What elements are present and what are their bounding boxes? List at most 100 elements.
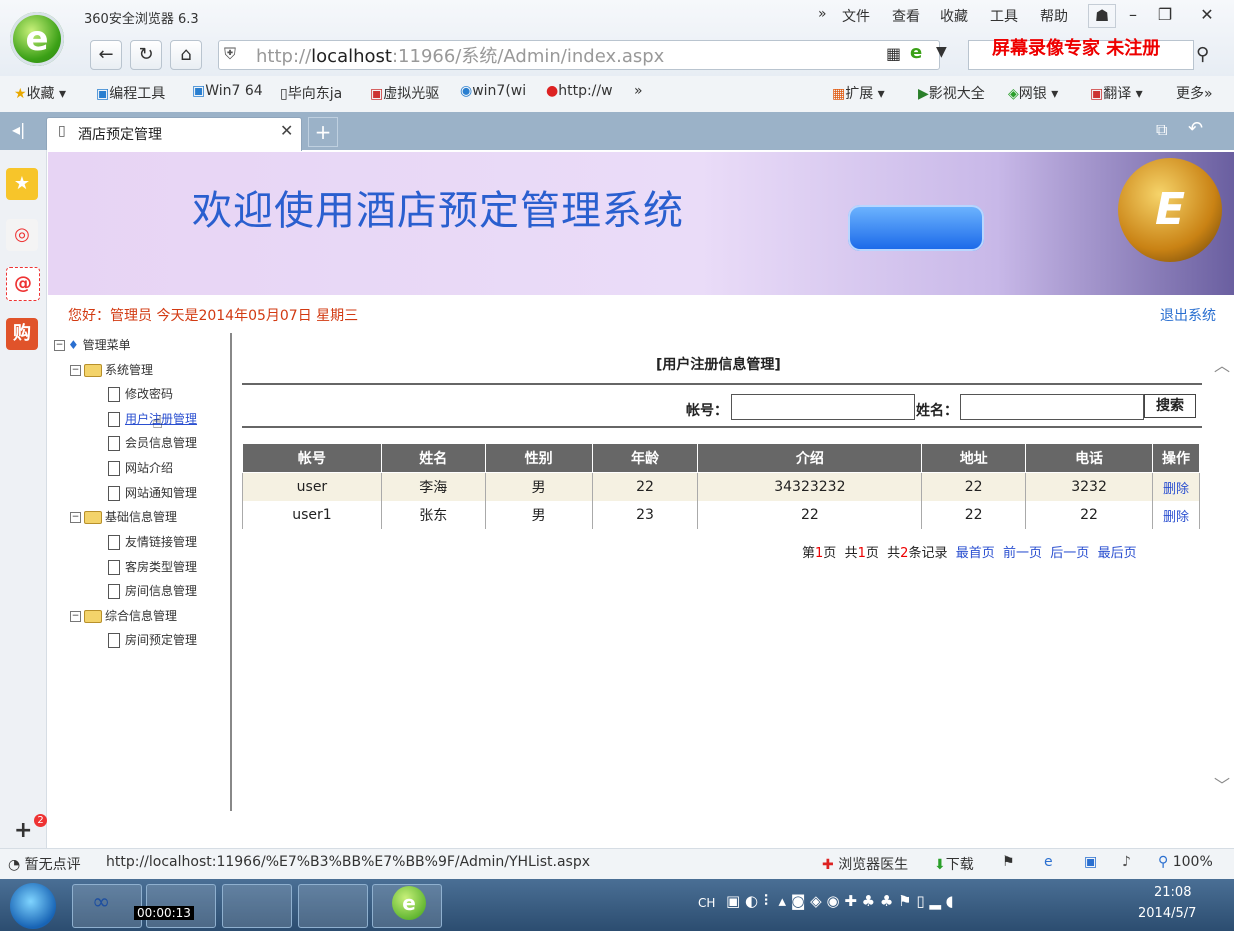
search-icon[interactable]: ⚲ <box>1196 44 1209 65</box>
document-icon <box>108 436 120 451</box>
menu-tools[interactable]: 工具 <box>990 6 1018 26</box>
first-page-link[interactable]: 最首页 <box>956 546 995 561</box>
menu-more[interactable]: » <box>818 6 827 22</box>
restore-tab-icon[interactable]: ⧉ <box>1156 120 1167 140</box>
scroll-down-icon[interactable]: ﹀ <box>1214 772 1230 796</box>
tree-item-room-booking[interactable]: 房间预定管理 <box>108 631 197 648</box>
browser-logo-icon[interactable]: e <box>10 12 64 66</box>
collapse-icon[interactable]: − <box>70 611 81 622</box>
chevron-down-icon[interactable]: ▼ <box>936 44 947 60</box>
qrcode-icon[interactable]: ▦ <box>886 44 901 63</box>
taskbar-app-editor[interactable] <box>222 884 292 928</box>
header-age[interactable]: 年龄 <box>591 443 699 473</box>
header-gender[interactable]: 性别 <box>484 443 593 473</box>
fav-item-win7[interactable]: ▣Win7 64 <box>192 83 263 99</box>
back-button[interactable]: ← <box>90 40 122 70</box>
input-language[interactable]: CH <box>698 896 715 910</box>
scroll-up-icon[interactable]: ︿ <box>1214 352 1230 376</box>
volume-icon[interactable]: ♪ <box>1122 854 1131 870</box>
restore-button[interactable]: ❐ <box>1152 4 1178 26</box>
taskbar-app-notepad[interactable] <box>298 884 368 928</box>
collapse-icon[interactable]: − <box>70 512 81 523</box>
ie-mode-icon[interactable]: e <box>910 42 922 63</box>
tree-item-site-intro[interactable]: 网站介绍 <box>108 459 173 476</box>
tree-group-system[interactable]: − 系统管理 <box>70 361 153 378</box>
address-text[interactable]: http://localhost:11966/系统/Admin/index.as… <box>256 42 664 68</box>
recording-timer: 00:00:13 <box>134 906 194 920</box>
header-name[interactable]: 姓名 <box>380 443 486 473</box>
shopping-icon[interactable]: 购 <box>6 318 38 350</box>
tree-item-site-notice[interactable]: 网站通知管理 <box>108 484 197 501</box>
bank-menu[interactable]: ◈网银 ▾ <box>1008 83 1058 103</box>
tree-group-basic[interactable]: − 基础信息管理 <box>70 508 177 525</box>
tree-item-friend-links[interactable]: 友情链接管理 <box>108 533 197 550</box>
more-menu[interactable]: 更多» <box>1176 83 1213 103</box>
add-sidebar-icon[interactable]: + <box>14 818 32 843</box>
new-tab-button[interactable]: + <box>308 117 338 147</box>
delete-link[interactable]: 删除 <box>1152 472 1200 501</box>
close-window-button[interactable]: ✕ <box>1194 4 1220 26</box>
email-icon[interactable]: @ <box>6 267 40 301</box>
flag-icon[interactable]: ⚑ <box>1002 854 1015 870</box>
undo-close-icon[interactable]: ↶ <box>1188 118 1203 139</box>
last-page-link[interactable]: 最后页 <box>1098 546 1137 561</box>
translate-menu[interactable]: ▣翻译 ▾ <box>1090 83 1143 103</box>
menu-favorites[interactable]: 收藏 <box>940 6 968 26</box>
logout-link[interactable]: 退出系统 <box>1160 305 1216 325</box>
skin-icon[interactable]: ☗ <box>1088 4 1116 28</box>
fav-item-win7wi[interactable]: ◉win7(wi <box>460 83 526 99</box>
tree-root[interactable]: − ♦ 管理菜单 <box>54 336 131 353</box>
menu-help[interactable]: 帮助 <box>1040 6 1068 26</box>
rating-status[interactable]: ◔ 暂无点评 <box>8 854 81 874</box>
fav-more-chevron[interactable]: » <box>634 83 643 99</box>
home-button[interactable]: ⌂ <box>170 40 202 70</box>
tree-item-member-info[interactable]: 会员信息管理 <box>108 434 197 451</box>
minimize-button[interactable]: – <box>1120 4 1146 26</box>
folder-icon <box>84 610 102 623</box>
header-account[interactable]: 帐号 <box>242 443 382 473</box>
tray-icons[interactable]: ▣ ◐ ⠇ ▴ ◙ ◈ ◉ ✚ ♣ ♣ ⚑ ▯ ▂ ◖ <box>726 892 954 910</box>
zoom-level[interactable]: ⚲ 100% <box>1158 854 1213 870</box>
fav-item-java[interactable]: ▯毕向东ja <box>280 83 342 103</box>
banner-decor-button <box>848 205 984 251</box>
menu-view[interactable]: 查看 <box>892 6 920 26</box>
video-link[interactable]: ▶影视大全 <box>918 83 985 103</box>
account-input[interactable] <box>731 394 915 420</box>
download-button[interactable]: ⬇下载 <box>934 854 974 874</box>
header-action: 操作 <box>1152 443 1200 473</box>
infinity-icon: ∞ <box>92 890 111 915</box>
extensions-menu[interactable]: ▦扩展 ▾ <box>832 83 885 103</box>
header-address[interactable]: 地址 <box>921 443 1027 473</box>
start-button[interactable] <box>10 883 56 929</box>
sidebar-toggle-icon[interactable]: ◂| <box>12 120 25 139</box>
fav-item-vdrive[interactable]: ▣虚拟光驱 <box>370 83 439 103</box>
refresh-button[interactable]: ↻ <box>130 40 162 70</box>
favorites-menu[interactable]: ★收藏 ▾ <box>14 83 66 103</box>
weibo-icon[interactable]: ◎ <box>6 219 38 251</box>
prev-page-link[interactable]: 前一页 <box>1003 546 1042 561</box>
fav-item-tools[interactable]: ▣编程工具 <box>96 83 165 103</box>
tree-group-general[interactable]: − 综合信息管理 <box>70 607 177 624</box>
tree-item-room-types[interactable]: 客房类型管理 <box>108 558 197 575</box>
name-input[interactable] <box>960 394 1144 420</box>
fav-item-http[interactable]: ●http://w <box>546 83 613 99</box>
header-intro[interactable]: 介绍 <box>697 443 923 473</box>
tree-item-room-info[interactable]: 房间信息管理 <box>108 582 197 599</box>
menu-file[interactable]: 文件 <box>842 6 870 26</box>
ie-icon[interactable]: e <box>1044 854 1053 870</box>
browser-sidebar <box>0 150 47 850</box>
collapse-icon[interactable]: − <box>54 340 65 351</box>
header-phone[interactable]: 电话 <box>1025 443 1153 473</box>
tab-close-icon[interactable]: ✕ <box>280 121 293 140</box>
star-icon[interactable]: ★ <box>6 168 38 200</box>
clock-date[interactable]: 2014/5/7 <box>1138 906 1196 921</box>
tree-item-change-password[interactable]: 修改密码 <box>108 385 173 402</box>
banner-logo: E <box>1118 158 1222 262</box>
delete-link[interactable]: 删除 <box>1152 501 1200 529</box>
collapse-icon[interactable]: − <box>70 365 81 376</box>
window-icon[interactable]: ▣ <box>1084 854 1097 870</box>
search-button[interactable]: 搜索 <box>1144 394 1196 418</box>
clock-time[interactable]: 21:08 <box>1154 885 1191 900</box>
next-page-link[interactable]: 后一页 <box>1050 546 1089 561</box>
browser-doctor[interactable]: ✚ 浏览器医生 <box>822 854 908 874</box>
